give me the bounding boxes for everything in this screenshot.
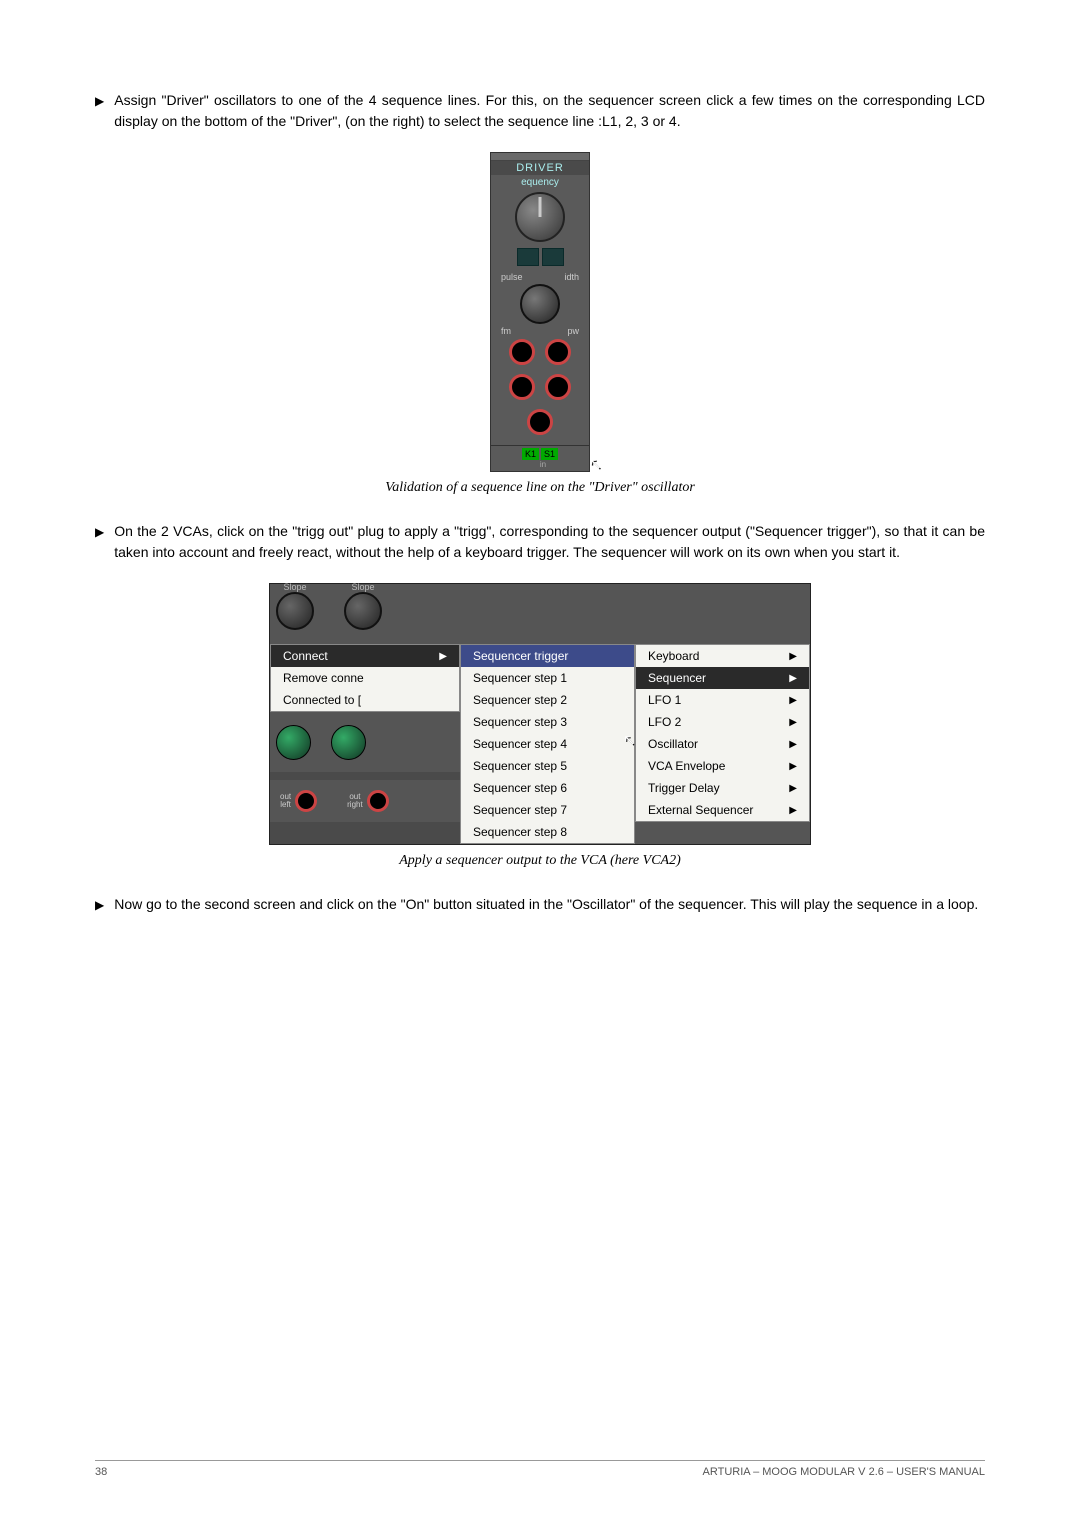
cursor-icon: ↖ [623, 731, 636, 749]
menu-seq-step5[interactable]: Sequencer step 5 [461, 755, 634, 777]
page-number: 38 [95, 1466, 107, 1478]
caption-1: Validation of a sequence line on the "Dr… [95, 480, 985, 496]
s1-display: S1 [541, 448, 558, 460]
pulse-label: pulse [501, 272, 523, 282]
bullet-arrow: ▶ [95, 523, 104, 563]
in-label: in [491, 460, 589, 469]
para-3: Now go to the second screen and click on… [114, 894, 985, 915]
menu-remove[interactable]: Remove conne [271, 667, 459, 689]
bullet-arrow: ▶ [95, 92, 104, 132]
chevron-right-icon: ▶ [789, 651, 797, 662]
menu-seq-step1[interactable]: Sequencer step 1 [461, 667, 634, 689]
out-right-jack: out right [347, 790, 389, 812]
k1-display: K1 [522, 448, 539, 460]
slope-knob-1: Slope [276, 592, 314, 630]
footer-title: ARTURIA – MOOG MODULAR V 2.6 – USER'S MA… [703, 1466, 985, 1478]
chevron-right-icon: ▶ [439, 651, 447, 662]
menu-oscillator[interactable]: Oscillator▶ [636, 733, 809, 755]
page-footer: 38 ARTURIA – MOOG MODULAR V 2.6 – USER'S… [95, 1460, 985, 1478]
fm-jack [509, 339, 535, 365]
menu-external-sequencer[interactable]: External Sequencer▶ [636, 799, 809, 821]
menu-lfo2[interactable]: LFO 2▶ [636, 711, 809, 733]
vca-menu-figure: Slope Slope Connect▶ Remove conne Connec… [269, 583, 811, 845]
driver-title: DRIVER [491, 161, 589, 175]
chevron-right-icon: ▶ [789, 761, 797, 772]
menu-connect[interactable]: Connect▶ [271, 645, 459, 667]
driver-sub: equency [491, 177, 589, 188]
chevron-right-icon: ▶ [789, 805, 797, 816]
menu-trigger-delay[interactable]: Trigger Delay▶ [636, 777, 809, 799]
bullet-arrow: ▶ [95, 896, 104, 915]
pw-jack [545, 339, 571, 365]
jack-5 [527, 409, 553, 435]
para-2: On the 2 VCAs, click on the "trigg out" … [114, 521, 985, 563]
chevron-right-icon: ▶ [789, 695, 797, 706]
fm-label: fm [501, 326, 511, 336]
driver-figure: DRIVER equency pulse idth fm pw [490, 152, 590, 472]
lcd-1 [517, 248, 539, 266]
jack-3 [509, 374, 535, 400]
menu-seq-step2[interactable]: Sequencer step 2 [461, 689, 634, 711]
menu-seq-step3[interactable]: Sequencer step 3 [461, 711, 634, 733]
chevron-right-icon: ▶ [789, 739, 797, 750]
menu-sequencer[interactable]: Sequencer▶ [636, 667, 809, 689]
menu-keyboard[interactable]: Keyboard▶ [636, 645, 809, 667]
chevron-right-icon: ▶ [789, 783, 797, 794]
frequency-knob [515, 192, 565, 242]
chevron-right-icon: ▶ [789, 717, 797, 728]
menu-seq-step7[interactable]: Sequencer step 7 [461, 799, 634, 821]
knob-left-small-1 [276, 725, 311, 760]
para-1: Assign "Driver" oscillators to one of th… [114, 90, 985, 132]
menu-seq-step6[interactable]: Sequencer step 6 [461, 777, 634, 799]
caption-2: Apply a sequencer output to the VCA (her… [95, 853, 985, 869]
menu-vca-envelope[interactable]: VCA Envelope▶ [636, 755, 809, 777]
menu-seq-step8[interactable]: Sequencer step 8 [461, 821, 634, 843]
knob-left-small-2 [331, 725, 366, 760]
pulsewidth-knob [520, 284, 560, 324]
menu-connected-to[interactable]: Connected to [ [271, 689, 459, 711]
width-label: idth [564, 272, 579, 282]
jack-4 [545, 374, 571, 400]
menu-seq-trigger[interactable]: Sequencer trigger [461, 645, 634, 667]
cursor-icon: ↖ [589, 454, 602, 474]
menu-seq-step4[interactable]: Sequencer step 4 [461, 733, 634, 755]
menu-lfo1[interactable]: LFO 1▶ [636, 689, 809, 711]
lcd-2 [542, 248, 564, 266]
slope-knob-2: Slope [344, 592, 382, 630]
chevron-right-icon: ▶ [789, 673, 797, 684]
out-left-jack: out left [280, 790, 317, 812]
pw-label: pw [567, 326, 579, 336]
